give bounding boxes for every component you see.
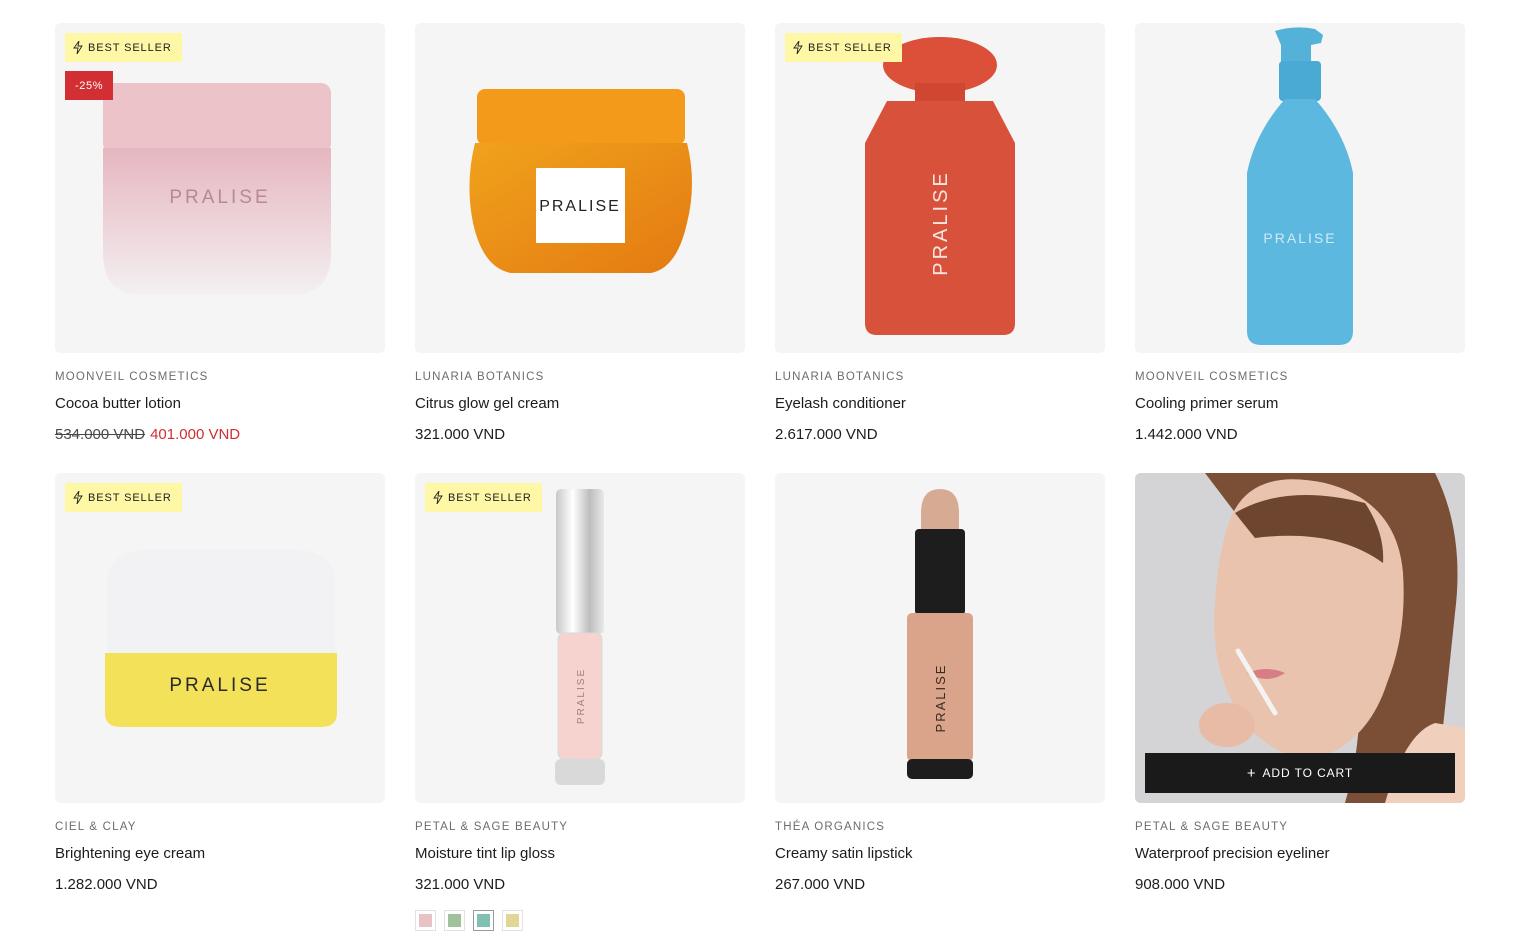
best-seller-label: BEST SELLER <box>448 491 532 504</box>
product-title[interactable]: Eyelash conditioner <box>775 394 1105 414</box>
product-card: PRALISE THÉA ORGANICS Creamy satin lipst… <box>775 473 1105 895</box>
product-price: 267.000 VND <box>775 876 866 893</box>
product-card: BEST SELLER -25% PRALISE MOONVEIL COSMET… <box>55 23 385 445</box>
lightning-icon <box>433 491 443 504</box>
product-vendor: MOONVEIL COSMETICS <box>55 371 209 383</box>
product-vendor: LUNARIA BOTANICS <box>415 371 545 383</box>
product-title[interactable]: Waterproof precision eyeliner <box>1135 844 1465 864</box>
product-image-link[interactable]: BEST SELLER -25% PRALISE <box>55 23 385 353</box>
svg-text:PRALISE: PRALISE <box>930 170 952 275</box>
product-grid: BEST SELLER -25% PRALISE MOONVEIL COSMET… <box>0 0 1527 947</box>
color-swatch[interactable] <box>473 910 494 931</box>
product-card: PRALISE MOONVEIL COSMETICS Cooling prime… <box>1135 23 1465 445</box>
product-image: PRALISE <box>1247 27 1353 345</box>
svg-text:PRALISE: PRALISE <box>169 675 270 696</box>
product-title[interactable]: Citrus glow gel cream <box>415 394 745 414</box>
color-swatches <box>415 910 745 931</box>
product-card: BEST SELLER PRALISE LUNARIA BOTANICS Eye… <box>775 23 1105 445</box>
product-card: BEST SELLER PRALISE PETAL & SAGE BEAUTY … <box>415 473 745 931</box>
product-card: PRALISE LUNARIA BOTANICS Citrus glow gel… <box>415 23 745 445</box>
best-seller-badge: BEST SELLER <box>425 483 542 512</box>
product-vendor: THÉA ORGANICS <box>775 821 886 833</box>
best-seller-label: BEST SELLER <box>808 41 892 54</box>
product-price: 534.000 VND 401.000 VND <box>55 425 385 445</box>
svg-text:PRALISE: PRALISE <box>576 668 587 724</box>
product-vendor: PETAL & SAGE BEAUTY <box>1135 821 1289 833</box>
svg-text:PRALISE: PRALISE <box>169 187 270 208</box>
product-price: 908.000 VND <box>1135 876 1226 893</box>
product-title[interactable]: Cooling primer serum <box>1135 394 1465 414</box>
product-vendor: CIEL & CLAY <box>55 821 137 833</box>
best-seller-badge: BEST SELLER <box>785 33 902 62</box>
svg-text:PRALISE: PRALISE <box>539 198 621 215</box>
color-swatch[interactable] <box>415 910 436 931</box>
plus-icon: + <box>1246 764 1257 782</box>
lightning-icon <box>73 491 83 504</box>
svg-text:PRALISE: PRALISE <box>933 664 948 733</box>
product-image-link[interactable]: PRALISE <box>1135 23 1465 353</box>
product-title[interactable]: Moisture tint lip gloss <box>415 844 745 864</box>
product-card: + ADD TO CART PETAL & SAGE BEAUTY Waterp… <box>1135 473 1465 895</box>
best-seller-badge: BEST SELLER <box>65 483 182 512</box>
product-image-link[interactable]: PRALISE <box>415 23 745 353</box>
product-image: PRALISE <box>469 89 692 273</box>
product-price: 1.282.000 VND <box>55 876 158 893</box>
product-title[interactable]: Cocoa butter lotion <box>55 394 385 414</box>
best-seller-badge: BEST SELLER <box>65 33 182 62</box>
best-seller-label: BEST SELLER <box>88 41 172 54</box>
product-vendor: MOONVEIL COSMETICS <box>1135 371 1289 383</box>
product-vendor: LUNARIA BOTANICS <box>775 371 905 383</box>
product-price: 1.442.000 VND <box>1135 426 1238 443</box>
lightning-icon <box>793 41 803 54</box>
product-image-link[interactable]: PRALISE <box>775 473 1105 803</box>
sale-price: 401.000 VND <box>150 426 241 443</box>
product-price: 321.000 VND <box>415 876 506 893</box>
product-title[interactable]: Creamy satin lipstick <box>775 844 1105 864</box>
product-image: PRALISE <box>865 37 1015 335</box>
product-price: 321.000 VND <box>415 426 506 443</box>
sale-badge: -25% <box>65 71 114 100</box>
compare-price: 534.000 VND <box>55 426 146 443</box>
svg-text:PRALISE: PRALISE <box>1263 230 1336 246</box>
color-swatch[interactable] <box>444 910 465 931</box>
best-seller-label: BEST SELLER <box>88 491 172 504</box>
add-to-cart-button[interactable]: + ADD TO CART <box>1145 753 1455 793</box>
product-image: PRALISE <box>555 489 605 785</box>
product-image-link[interactable]: + ADD TO CART <box>1135 473 1465 803</box>
color-swatch[interactable] <box>502 910 523 931</box>
product-title[interactable]: Brightening eye cream <box>55 844 385 864</box>
product-image-link[interactable]: BEST SELLER PRALISE <box>55 473 385 803</box>
add-to-cart-label: ADD TO CART <box>1262 766 1354 780</box>
product-image-link[interactable]: BEST SELLER PRALISE <box>415 473 745 803</box>
product-card: BEST SELLER PRALISE CIEL & CLAY Brighten… <box>55 473 385 895</box>
product-price: 2.617.000 VND <box>775 426 878 443</box>
product-image-link[interactable]: BEST SELLER PRALISE <box>775 23 1105 353</box>
product-image: PRALISE <box>105 549 337 727</box>
lightning-icon <box>73 41 83 54</box>
product-image: PRALISE <box>907 489 973 779</box>
product-vendor: PETAL & SAGE BEAUTY <box>415 821 569 833</box>
